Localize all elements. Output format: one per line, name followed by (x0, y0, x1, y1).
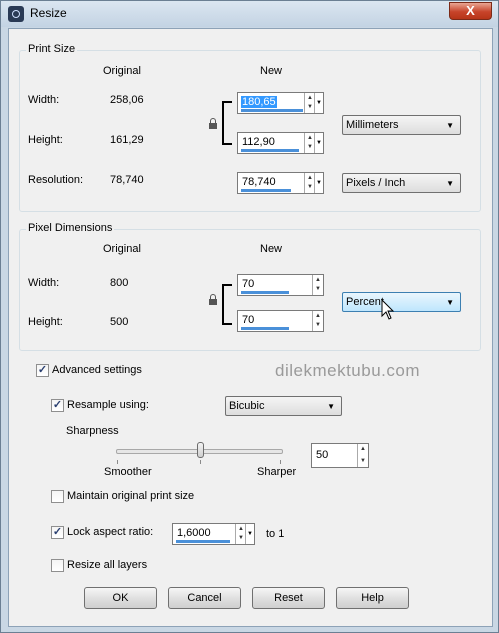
pixel-width-up-icon[interactable]: ▲ (313, 276, 323, 285)
mouse-pointer-icon (381, 298, 395, 320)
print-units-select[interactable]: Millimeters ▼ (342, 115, 461, 135)
pixel-units-chevron-down-icon: ▼ (446, 298, 454, 307)
pixel-width-progress (241, 291, 289, 294)
sharpness-tick-min (117, 460, 118, 464)
resample-method-select[interactable]: Bicubic ▼ (225, 396, 342, 416)
print-height-new-value[interactable]: 112,90 (241, 136, 276, 148)
resolution-units-select[interactable]: Pixels / Inch ▼ (342, 173, 461, 193)
app-camera-icon (8, 6, 24, 22)
print-resolution-dropdown-icon[interactable]: ▼ (314, 173, 323, 193)
window-title: Resize (30, 6, 67, 20)
print-units-chevron-down-icon: ▼ (446, 121, 454, 130)
resolution-units-chevron-down-icon: ▼ (446, 179, 454, 188)
pixel-height-progress (241, 327, 289, 330)
pixel-lock-icon[interactable] (209, 294, 217, 305)
pixel-width-new-spinner[interactable]: 70 ▲ ▼ (237, 274, 324, 296)
sharpness-up-icon[interactable]: ▲ (358, 445, 368, 454)
close-button[interactable]: X (449, 2, 492, 20)
lock-aspect-label[interactable]: Lock aspect ratio: (67, 526, 153, 538)
pixel-height-arrows[interactable]: ▲ ▼ (312, 311, 323, 331)
sharpness-max-label: Sharper (257, 466, 297, 478)
print-width-new-spinner[interactable]: 180,65 ▲ ▼ ▼ (237, 92, 324, 114)
print-height-original: 161,29 (110, 134, 144, 146)
sharpness-down-icon[interactable]: ▼ (358, 457, 368, 466)
cancel-button[interactable]: Cancel (168, 587, 241, 609)
print-width-dropdown-icon[interactable]: ▼ (314, 93, 323, 113)
sharpness-tick-mid (200, 460, 201, 464)
print-width-label: Width: (28, 94, 60, 106)
sharpness-tick-max (280, 460, 281, 464)
print-width-new-value[interactable]: 180,65 (241, 96, 277, 108)
aspect-ratio-progress (176, 540, 230, 543)
lock-aspect-checkbox[interactable]: ✓ (51, 526, 64, 539)
sharpness-min-label: Smoother (104, 466, 152, 478)
watermark-text: dilekmektubu.com (275, 361, 421, 380)
pixel-height-original: 500 (110, 316, 129, 328)
aspect-ratio-spinner[interactable]: 1,6000 ▲ ▼ ▼ (172, 523, 255, 545)
pixel-width-original: 800 (110, 277, 129, 289)
advanced-settings-checkbox[interactable]: ✓ (36, 364, 49, 377)
print-height-progress (241, 149, 299, 152)
pixel-height-label: Height: (28, 316, 63, 328)
pixel-width-new-value[interactable]: 70 (241, 278, 255, 290)
print-lock-icon[interactable] (209, 118, 217, 129)
pixel-height-up-icon[interactable]: ▲ (313, 312, 323, 321)
resolution-units-value: Pixels / Inch (346, 177, 406, 189)
ok-button[interactable]: OK (84, 587, 157, 609)
print-size-label: Print Size (26, 43, 78, 55)
pixel-original-header: Original (103, 243, 141, 255)
reset-button[interactable]: Reset (252, 587, 325, 609)
print-original-header: Original (103, 65, 141, 77)
pixel-height-down-icon[interactable]: ▼ (313, 321, 323, 330)
print-height-label: Height: (28, 134, 63, 146)
pixel-width-down-icon[interactable]: ▼ (313, 285, 323, 294)
sharpness-value-spinner[interactable]: 50 ▲ ▼ (311, 443, 369, 468)
advanced-settings-label[interactable]: Advanced settings (52, 364, 142, 376)
pixel-new-header: New (260, 243, 283, 255)
sharpness-slider-thumb[interactable] (197, 442, 204, 458)
aspect-ratio-value[interactable]: 1,6000 (176, 527, 212, 539)
pixel-dimensions-label: Pixel Dimensions (26, 222, 115, 234)
print-resolution-original: 78,740 (110, 174, 144, 186)
resize-all-layers-checkbox[interactable] (51, 559, 64, 572)
pixel-height-new-spinner[interactable]: 70 ▲ ▼ (237, 310, 324, 332)
resize-dialog: Resize X Print Size Original New Width: … (0, 0, 499, 633)
print-width-original: 258,06 (110, 94, 144, 106)
print-new-header: New (260, 65, 283, 77)
print-units-value: Millimeters (346, 119, 399, 131)
title-bar[interactable]: Resize X (1, 1, 498, 27)
dialog-body: Print Size Original New Width: 258,06 He… (8, 28, 493, 627)
pixel-units-select[interactable]: Percent ▼ (342, 292, 461, 312)
print-width-progress (241, 109, 303, 112)
resize-all-layers-label[interactable]: Resize all layers (67, 559, 147, 571)
print-height-dropdown-icon[interactable]: ▼ (314, 133, 323, 153)
resample-method-chevron-down-icon: ▼ (327, 402, 335, 411)
pixel-width-label: Width: (28, 277, 60, 289)
help-button[interactable]: Help (336, 587, 409, 609)
resample-checkbox[interactable]: ✓ (51, 399, 64, 412)
resample-label[interactable]: Resample using: (67, 399, 149, 411)
maintain-print-size-checkbox[interactable] (51, 490, 64, 503)
maintain-print-size-label[interactable]: Maintain original print size (67, 490, 194, 502)
print-resolution-new-spinner[interactable]: 78,740 ▲ ▼ ▼ (237, 172, 324, 194)
sharpness-label: Sharpness (66, 425, 119, 437)
pixel-height-new-value[interactable]: 70 (241, 314, 255, 326)
sharpness-arrows[interactable]: ▲ ▼ (357, 444, 368, 467)
pixel-link-bracket (222, 284, 232, 325)
print-height-new-spinner[interactable]: 112,90 ▲ ▼ ▼ (237, 132, 324, 154)
pixel-width-arrows[interactable]: ▲ ▼ (312, 275, 323, 295)
aspect-ratio-dropdown-icon[interactable]: ▼ (245, 524, 254, 544)
sharpness-value[interactable]: 50 (315, 449, 329, 461)
print-resolution-progress (241, 189, 291, 192)
aspect-ratio-suffix: to 1 (266, 528, 285, 540)
resample-method-value: Bicubic (229, 400, 265, 412)
print-resolution-new-value[interactable]: 78,740 (241, 176, 277, 188)
print-link-bracket (222, 101, 232, 145)
pixel-units-value: Percent (346, 296, 384, 308)
print-resolution-label: Resolution: (28, 174, 84, 186)
